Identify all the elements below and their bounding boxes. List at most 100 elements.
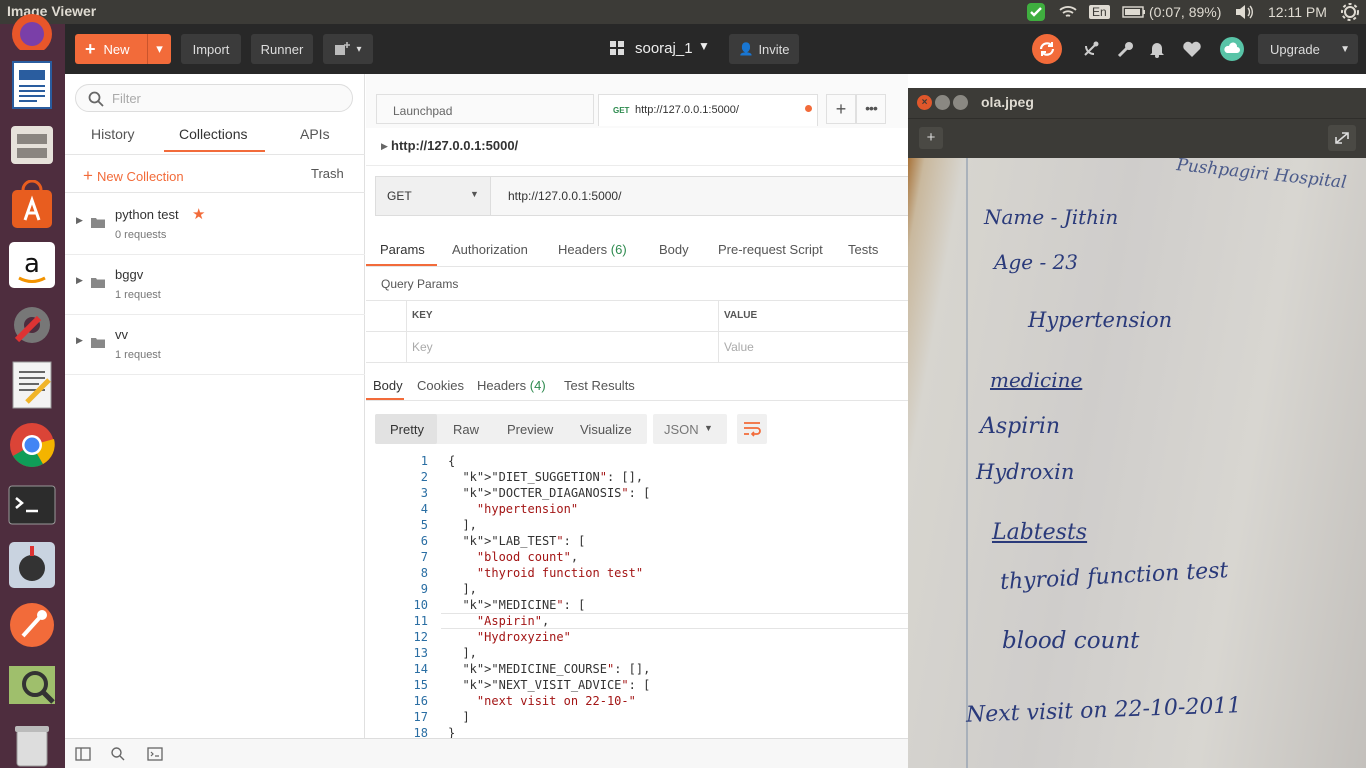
tab-request[interactable]: GET http://127.0.0.1:5000/ — [598, 94, 818, 126]
tab-body[interactable]: Body — [659, 242, 689, 257]
view-pretty-button[interactable]: Pretty — [390, 422, 424, 437]
notifications-bell-icon[interactable] — [1149, 40, 1165, 61]
satellite-icon[interactable] — [1082, 40, 1100, 61]
cloud-avatar-icon[interactable] — [1220, 37, 1244, 61]
user-plus-icon: 👤 — [738, 42, 754, 56]
response-code-editor[interactable]: 1{2 "k">"DIET_SUGGETION": [], 3 "k">"DOCT… — [366, 453, 908, 738]
key-input[interactable]: Key — [412, 340, 433, 354]
code-line: 10 "k">"MEDICINE": [ — [366, 597, 908, 613]
new-window-button[interactable]: ▾ — [323, 34, 373, 64]
invite-button[interactable]: 👤 Invite — [729, 34, 799, 64]
tab-launchpad[interactable]: Launchpad — [376, 94, 594, 124]
response-tab-cookies[interactable]: Cookies — [417, 378, 464, 393]
tab-apis[interactable]: APIs — [300, 126, 330, 142]
handwritten-line: Next visit on 22-10-2011 — [965, 693, 1242, 728]
collection-item[interactable]: ▶ bggv 1 request — [65, 255, 365, 315]
tab-history[interactable]: History — [91, 126, 135, 142]
collection-item[interactable]: ▶ python test ★ 0 requests — [65, 195, 365, 255]
collection-item[interactable]: ▶ vv 1 request — [65, 315, 365, 375]
response-tab-test-results[interactable]: Test Results — [564, 378, 635, 393]
collection-request-count: 1 request — [115, 289, 161, 301]
caret-right-icon[interactable]: ▶ — [381, 141, 388, 152]
workspace-name[interactable]: sooraj_1 — [635, 40, 693, 57]
close-icon[interactable]: × — [917, 95, 932, 110]
response-tab-body[interactable]: Body — [373, 378, 403, 393]
collection-request-count: 1 request — [115, 349, 161, 361]
maximize-icon[interactable] — [953, 95, 968, 110]
tab-authorization[interactable]: Authorization — [452, 242, 528, 257]
sync-icon[interactable] — [1032, 34, 1062, 64]
system-settings-icon[interactable] — [7, 300, 57, 350]
wrap-lines-button[interactable] — [737, 414, 767, 444]
amazon-icon[interactable]: a — [7, 240, 57, 290]
add-tab-plus-icon[interactable]: + — [826, 94, 856, 124]
caret-right-icon[interactable]: ▶ — [76, 215, 83, 226]
format-select[interactable]: JSON ▼ — [653, 414, 727, 444]
collection-name: vv — [115, 327, 128, 342]
code-text: "k">"DOCTER_DIAGANOSIS": [ — [462, 486, 651, 500]
tab-pre-request-script[interactable]: Pre-request Script — [718, 242, 823, 257]
tab-headers[interactable]: Headers (6) — [558, 242, 627, 257]
software-center-icon[interactable] — [7, 179, 57, 230]
settings-gear-icon[interactable] — [1340, 0, 1360, 24]
line-number: 14 — [413, 662, 428, 676]
workspace-chevron-icon[interactable]: ▼ — [698, 39, 710, 53]
url-input[interactable]: http://127.0.0.1:5000/ — [490, 176, 908, 216]
console-icon[interactable] — [147, 747, 163, 761]
collection-name: python test — [115, 207, 179, 222]
tab-tests[interactable]: Tests — [848, 242, 878, 257]
more-options-icon[interactable]: ••• — [856, 94, 886, 124]
trash-button[interactable]: Trash — [311, 166, 344, 181]
wrench-icon[interactable] — [1117, 40, 1135, 61]
view-preview-button[interactable]: Preview — [507, 422, 553, 437]
new-collection-button[interactable]: + New Collection — [83, 166, 184, 186]
new-dropdown-chevron-icon[interactable]: ▾ — [147, 34, 171, 64]
prescription-photo: Pushpagiri Hospital Name - Jithin Age - … — [908, 158, 1366, 768]
clock[interactable]: 12:11 PM — [1268, 4, 1327, 20]
viewer-title-bar[interactable]: × ola.jpeg — [908, 88, 1366, 118]
view-visualize-button[interactable]: Visualize — [580, 422, 632, 437]
request-workspace: Launchpad GET http://127.0.0.1:5000/ + •… — [366, 74, 908, 738]
text-editor-icon[interactable] — [7, 360, 57, 410]
filter-field[interactable]: Filter — [75, 84, 353, 112]
tab-collections[interactable]: Collections — [179, 126, 247, 142]
writer-icon[interactable] — [7, 60, 57, 110]
wifi-icon[interactable] — [1058, 0, 1078, 24]
tray-check-icon[interactable] — [1026, 0, 1046, 24]
response-tab-headers[interactable]: Headers (4) — [477, 378, 546, 393]
trash-icon[interactable] — [7, 720, 57, 770]
new-button[interactable]: + New ▾ — [75, 34, 171, 64]
collection-request-count: 0 requests — [115, 229, 167, 241]
chrome-icon[interactable] — [7, 420, 57, 470]
caret-right-icon[interactable]: ▶ — [76, 335, 83, 346]
java-app-icon[interactable] — [7, 540, 57, 590]
volume-icon[interactable] — [1234, 0, 1254, 24]
caret-right-icon[interactable]: ▶ — [76, 275, 83, 286]
code-line: 7 "blood count", — [366, 549, 908, 565]
code-text: "Aspirin", — [476, 614, 550, 628]
view-raw-button[interactable]: Raw — [453, 422, 479, 437]
method-select[interactable]: GET ▼ — [375, 176, 491, 216]
files-icon[interactable] — [7, 120, 57, 170]
request-breadcrumb[interactable]: http://127.0.0.1:5000/ — [391, 138, 518, 153]
runner-button[interactable]: Runner — [251, 34, 313, 64]
import-button[interactable]: Import — [181, 34, 241, 64]
battery-icon[interactable] — [1122, 0, 1146, 24]
gallery-plus-icon[interactable]: + — [919, 127, 943, 149]
value-input[interactable]: Value — [724, 340, 754, 354]
postman-icon[interactable] — [7, 600, 57, 650]
terminal-icon[interactable] — [7, 480, 57, 530]
tab-params[interactable]: Params — [380, 242, 425, 257]
keyboard-layout[interactable]: En — [1089, 5, 1110, 19]
star-icon[interactable]: ★ — [192, 205, 205, 223]
workspace-grid-icon[interactable] — [609, 40, 625, 56]
heart-icon[interactable] — [1182, 40, 1202, 61]
upgrade-button[interactable]: Upgrade ▼ — [1258, 34, 1358, 64]
image-viewer-icon[interactable] — [7, 660, 57, 710]
toggle-sidebar-icon[interactable] — [75, 747, 91, 761]
minimize-icon[interactable] — [935, 95, 950, 110]
fullscreen-icon[interactable] — [1328, 125, 1356, 151]
firefox-icon[interactable] — [7, 14, 57, 50]
response-headers-count: (4) — [529, 378, 546, 393]
find-icon[interactable] — [110, 746, 126, 762]
